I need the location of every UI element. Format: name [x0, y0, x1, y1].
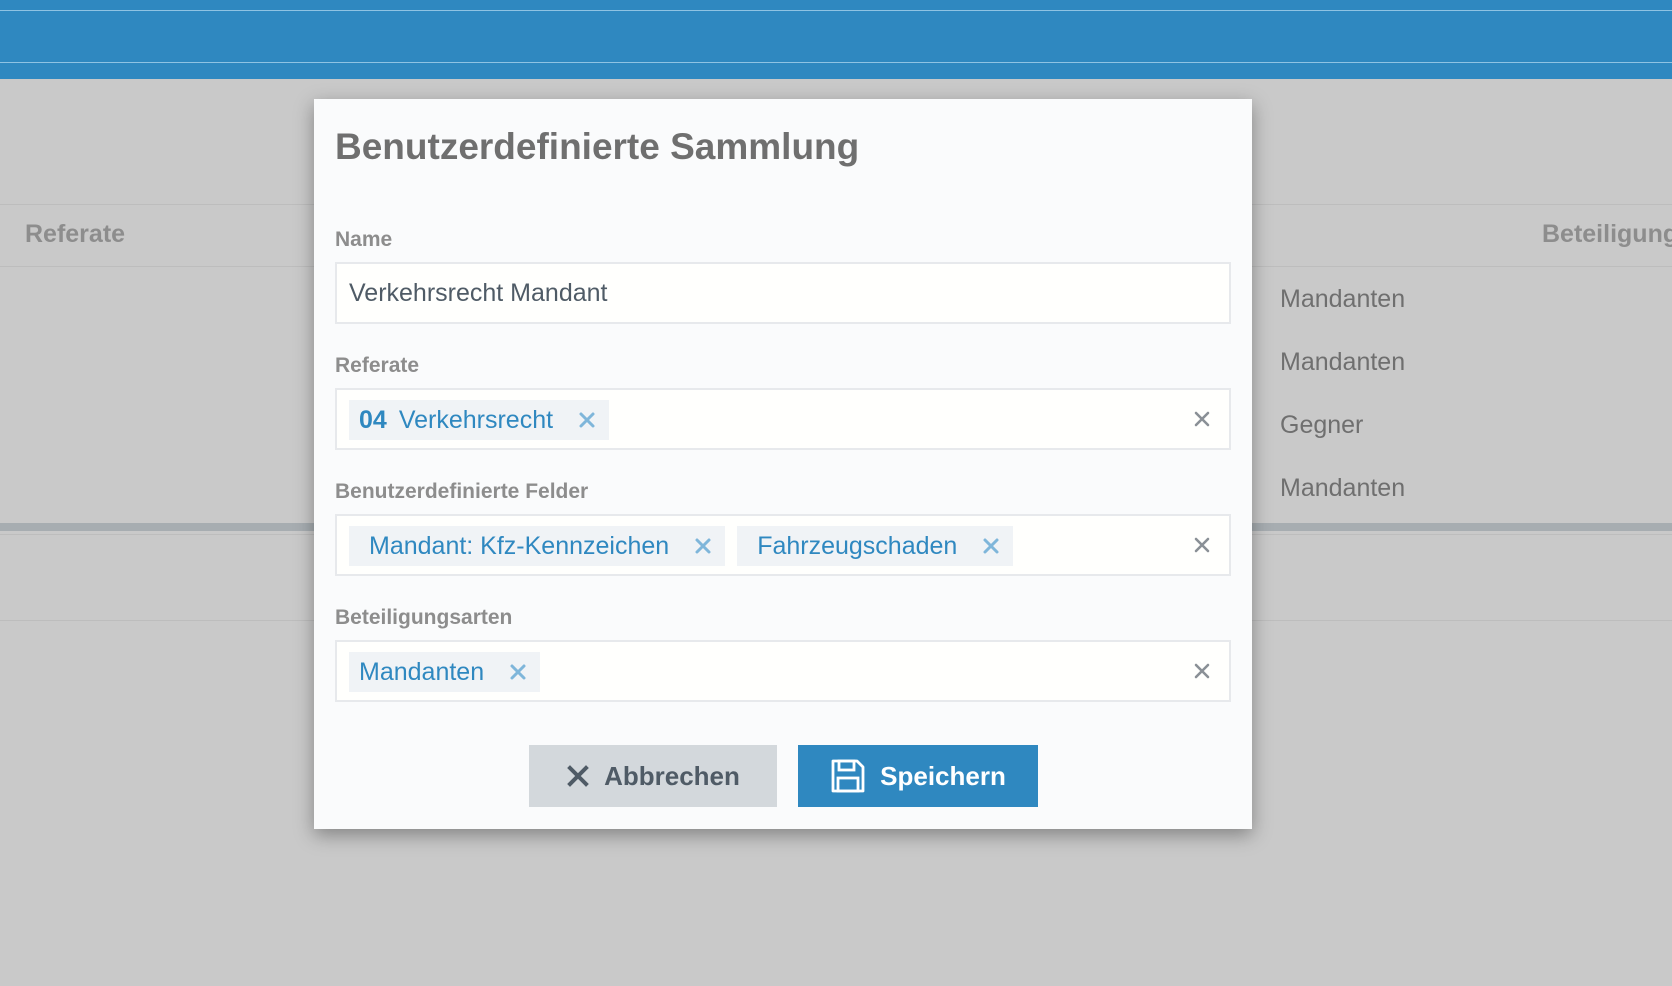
participation-tag-list: Mandanten — [349, 652, 541, 692]
participation-tag[interactable]: Mandanten — [349, 652, 541, 692]
clear-icon[interactable] — [1191, 660, 1213, 682]
x-icon — [566, 764, 590, 788]
custom-field-tag[interactable]: Fahrzeugschaden — [737, 526, 1014, 566]
header-highlight-line — [0, 62, 1672, 63]
participation-types-select[interactable]: Mandanten — [335, 640, 1231, 702]
app-header-bar — [0, 0, 1672, 79]
referate-tag-list: 04 Verkehrsrecht — [349, 400, 610, 440]
cancel-button[interactable]: Abbrechen — [529, 745, 777, 807]
name-input[interactable] — [337, 264, 1229, 322]
column-header-referate: Referate — [25, 220, 126, 248]
clear-icon[interactable] — [1191, 534, 1213, 556]
table-cell-beteiligung: Mandanten — [1280, 348, 1406, 376]
custom-collection-dialog: Benutzerdefinierte Sammlung Name Referat… — [314, 99, 1252, 829]
name-label: Name — [335, 228, 393, 251]
table-cell-beteiligung: Gegner — [1280, 411, 1364, 439]
close-icon[interactable] — [506, 660, 530, 684]
close-icon[interactable] — [979, 534, 1003, 558]
dialog-title: Benutzerdefinierte Sammlung — [335, 126, 860, 167]
custom-field-tag[interactable]: Mandant: Kfz-Kennzeichen — [349, 526, 726, 566]
custom-fields-label: Benutzerdefinierte Felder — [335, 480, 589, 503]
column-header-beteiligung: Beteiligung — [1542, 220, 1672, 248]
table-cell-beteiligung: Mandanten — [1280, 285, 1406, 313]
tag-label: Verkehrsrecht — [398, 405, 554, 434]
save-button-label: Speichern — [880, 760, 1006, 791]
header-highlight-line — [0, 10, 1672, 11]
save-button[interactable]: Speichern — [798, 745, 1038, 807]
cancel-button-label: Abbrechen — [604, 760, 740, 791]
clear-icon[interactable] — [1191, 408, 1213, 430]
referate-tag[interactable]: 04 Verkehrsrecht — [349, 400, 610, 440]
participation-types-label: Beteiligungsarten — [335, 606, 513, 629]
custom-fields-tag-list: Mandant: Kfz-Kennzeichen Fahrzeugschaden — [349, 526, 1014, 566]
tag-code: 04 — [359, 405, 387, 434]
referate-select[interactable]: 04 Verkehrsrecht — [335, 388, 1231, 450]
close-icon[interactable] — [691, 534, 715, 558]
name-field-box — [335, 262, 1231, 324]
tag-label: Mandanten — [359, 657, 485, 686]
referate-label: Referate — [335, 354, 420, 377]
custom-fields-select[interactable]: Mandant: Kfz-Kennzeichen Fahrzeugschaden — [335, 514, 1231, 576]
close-icon[interactable] — [575, 408, 599, 432]
tag-label: Mandant: Kfz-Kennzeichen — [369, 531, 670, 560]
floppy-disk-icon — [830, 758, 866, 794]
table-cell-beteiligung: Mandanten — [1280, 474, 1406, 502]
tag-label: Fahrzeugschaden — [757, 531, 958, 560]
